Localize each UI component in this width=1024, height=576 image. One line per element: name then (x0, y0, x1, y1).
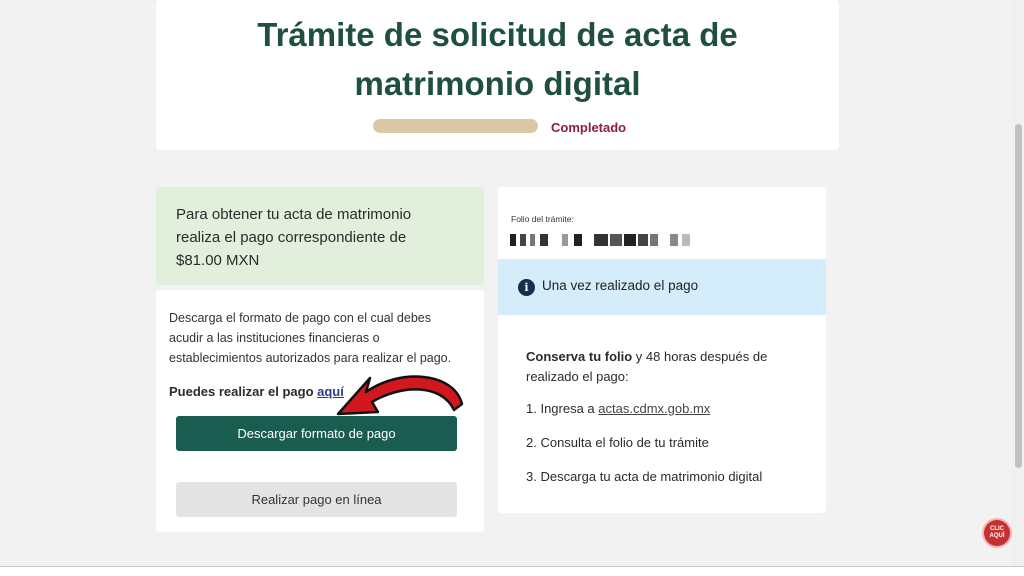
arrow-annotation-shape (336, 375, 464, 416)
info-alert-text: Una vez realizado el pago (542, 278, 699, 293)
redaction-block (574, 234, 582, 246)
arrow-annotation (336, 375, 464, 416)
page-title-line2: matrimonio digital (354, 65, 641, 102)
payment-notice: Para obtener tu acta de matrimonio reali… (156, 187, 484, 285)
folio-label: Folio del trámite: (511, 214, 574, 224)
pay-here-prefix: Puedes realizar el pago (169, 384, 318, 399)
bottom-bar (0, 566, 1024, 576)
redaction-block (650, 234, 658, 246)
clic-aqui-badge[interactable]: CLIC AQUÍ (984, 520, 1010, 546)
payment-notice-text: Para obtener tu acta de matrimonio reali… (176, 203, 466, 272)
info-icon: i (518, 279, 535, 296)
redaction-block (520, 234, 526, 246)
progress-fill (373, 119, 538, 133)
scrollbar-thumb[interactable] (1015, 124, 1022, 468)
step-1-prefix: 1. Ingresa a (526, 401, 599, 416)
pay-here-text: Puedes realizar el pago aquí (169, 384, 344, 399)
online-payment-button[interactable]: Realizar pago en línea (176, 482, 457, 517)
notice-line2: realiza el pago correspondiente de (176, 229, 407, 246)
step-1: 1. Ingresa a actas.cdmx.gob.mx (526, 401, 710, 416)
redaction-block (624, 234, 636, 246)
keep-folio-bold: Conserva tu folio (526, 349, 633, 364)
redaction-block (682, 234, 690, 246)
step-3: 3. Descarga tu acta de matrimonio digita… (526, 469, 763, 484)
redaction-block (638, 234, 648, 246)
page-title-line1: Trámite de solicitud de acta de (257, 16, 738, 53)
payment-desc-line2: acudir a las instituciones financieras o (169, 331, 380, 345)
page-title: Trámite de solicitud de acta de matrimon… (156, 10, 839, 108)
badge-line1: CLIC (990, 526, 1004, 532)
redaction-block (510, 234, 516, 246)
payment-desc-line3: establecimientos autorizados para realiz… (169, 351, 452, 365)
redaction-block (670, 234, 678, 246)
payment-description: Descarga el formato de pago con el cual … (169, 308, 469, 368)
redaction-block (610, 234, 622, 246)
badge-line2: AQUÍ (989, 533, 1005, 539)
keep-folio-text: Conserva tu folio y 48 horas después de … (526, 347, 796, 387)
redaction-block (540, 234, 548, 246)
notice-line1: Para obtener tu acta de matrimonio (176, 206, 412, 223)
progress-bar (373, 119, 538, 133)
header-card: Trámite de solicitud de acta de matrimon… (156, 0, 839, 150)
step-2: 2. Consulta el folio de tu trámite (526, 435, 709, 450)
info-alert: i Una vez realizado el pago (498, 259, 826, 315)
redaction-block (530, 234, 535, 246)
notice-amount: $81.00 MXN (176, 252, 260, 269)
actas-link[interactable]: actas.cdmx.gob.mx (598, 401, 710, 416)
progress-status: Completado (551, 120, 627, 135)
redaction-block (562, 234, 568, 246)
folio-card: Folio del trámite: i Una vez realizado e… (498, 187, 826, 513)
redaction-block (594, 234, 608, 246)
payment-desc-line1: Descarga el formato de pago con el cual … (169, 311, 431, 325)
